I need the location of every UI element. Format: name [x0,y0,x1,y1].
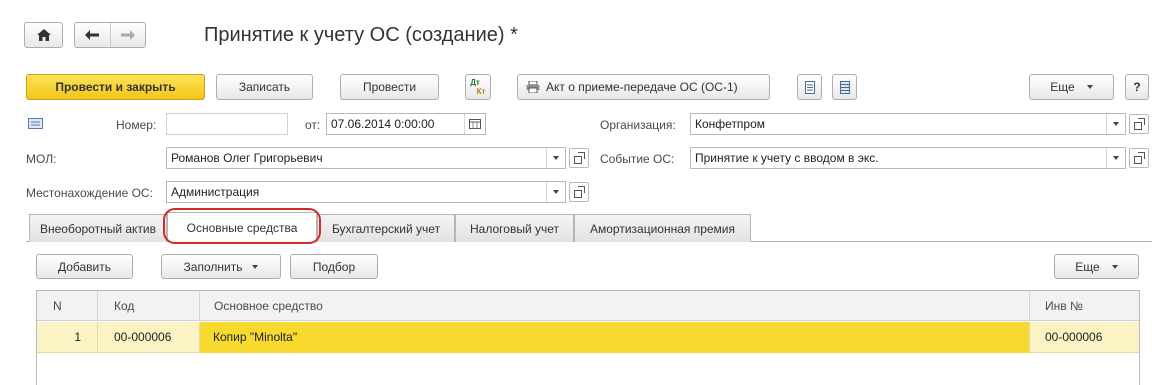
tab-tax-accounting[interactable]: Налоговый учет [455,214,574,242]
printer-icon [526,81,540,93]
forward-button[interactable] [111,23,145,47]
chevron-down-icon [252,264,259,269]
date-label: от: [305,118,321,132]
mol-dropdown[interactable] [546,148,565,168]
table-row[interactable]: 1 00-000006 Копир "Minolta" 00-000006 [37,322,1139,353]
event-dropdown[interactable] [1106,148,1125,168]
location-open-icon[interactable] [569,182,589,202]
mol-open-icon[interactable] [569,148,589,168]
print-act-button[interactable]: Акт о приеме-передаче ОС (ОС-1) [517,74,770,100]
page-title: Принятие к учету ОС (создание) * [204,24,518,46]
chevron-down-icon [1086,85,1093,89]
add-button[interactable]: Добавить [36,254,133,279]
cell-inventory-number: 00-000006 [1045,330,1103,344]
assets-table: N Код Основное средство Инв № 1 00-00000… [36,290,1140,385]
home-icon [36,29,51,41]
calendar-button[interactable] [464,114,485,134]
column-divider [97,291,98,321]
chevron-down-icon [1111,264,1118,269]
number-label: Номер: [116,118,157,132]
chevron-down-icon [553,190,559,194]
table-more-button[interactable]: Еще [1054,254,1139,279]
mol-field[interactable]: Романов Олег Григорьевич [166,147,566,169]
chevron-down-icon [1113,156,1119,160]
column-code[interactable]: Код [114,299,134,313]
column-asset[interactable]: Основное средство [214,299,323,313]
tab-accounting[interactable]: Бухгалтерский учет [317,214,455,242]
tab-noncurrent-asset[interactable]: Внеоборотный актив [29,214,167,242]
column-inventory-number[interactable]: Инв № [1045,299,1083,313]
mol-value: Романов Олег Григорьевич [171,151,323,165]
document-form-icon [28,118,43,129]
column-divider [97,322,98,353]
location-value: Администрация [171,185,260,199]
event-value: Принятие к учету с вводом в экс. [695,151,879,165]
history-nav [74,22,146,48]
event-open-icon[interactable] [1129,148,1149,168]
selected-cell-asset[interactable]: Копир "Minolta" [200,322,1029,353]
organization-open-icon[interactable] [1129,114,1149,134]
location-label: Местонахождение ОС: [26,186,153,200]
column-n[interactable]: N [53,299,62,313]
help-button[interactable]: ? [1125,74,1149,100]
post-button[interactable]: Провести [340,74,439,100]
calendar-icon [469,119,481,129]
column-divider [1029,322,1030,353]
table-header: N Код Основное средство Инв № [37,291,1139,321]
dt-label: Дт [470,78,480,87]
arrow-right-icon [120,30,135,40]
column-divider [199,291,200,321]
location-dropdown[interactable] [546,182,565,202]
more-menu-button[interactable]: Еще [1029,74,1114,100]
date-field[interactable]: 07.06.2014 0:00:00 [326,113,486,135]
chevron-down-icon [553,156,559,160]
print-act-label: Акт о приеме-передаче ОС (ОС-1) [546,80,738,94]
dt-kt-button[interactable]: Дт Кт [465,74,491,100]
organization-dropdown[interactable] [1106,114,1125,134]
organization-label: Организация: [600,118,676,132]
pick-button[interactable]: Подбор [290,254,378,279]
more-label: Еще [1050,80,1075,94]
location-field[interactable]: Администрация [166,181,566,203]
tab-depreciation-bonus[interactable]: Амортизационная премия [574,214,751,242]
highlight-oval [163,208,321,244]
arrow-left-icon [85,30,100,40]
report-button[interactable] [832,74,857,100]
back-button[interactable] [75,23,111,47]
organization-field[interactable]: Конфетпром [690,113,1126,135]
number-field[interactable] [166,113,288,135]
structure-button[interactable] [797,74,822,100]
cell-code: 00-000006 [114,330,172,344]
fill-button[interactable]: Заполнить [161,254,281,279]
mol-label: МОЛ: [26,152,57,166]
column-divider [1029,291,1030,321]
cell-asset: Копир "Minolta" [213,330,298,344]
organization-value: Конфетпром [695,117,766,131]
post-and-close-button[interactable]: Провести и закрыть [26,74,205,100]
table-icon [839,80,850,94]
document-list-icon [804,80,815,94]
event-field[interactable]: Принятие к учету с вводом в экс. [690,147,1126,169]
event-label: Событие ОС: [600,152,675,166]
chevron-down-icon [1113,122,1119,126]
table-more-label: Еще [1075,259,1100,274]
kt-label: Кт [476,87,486,96]
cell-n: 1 [74,330,81,344]
fill-label: Заполнить [183,259,243,274]
home-button[interactable] [24,22,63,48]
save-button[interactable]: Записать [216,74,313,100]
date-value: 07.06.2014 0:00:00 [331,117,435,131]
